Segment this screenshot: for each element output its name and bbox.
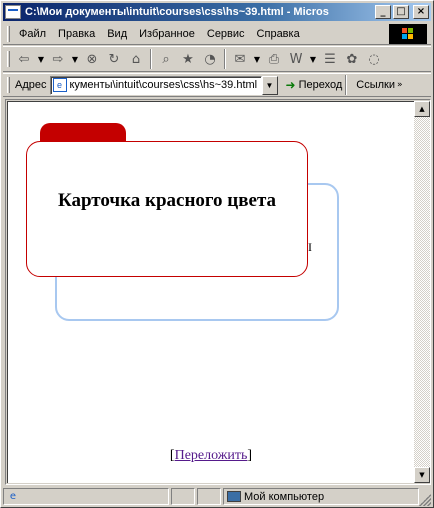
refresh-icon[interactable]: ↻ xyxy=(105,49,123,69)
status-main-pane: e xyxy=(3,488,169,505)
page-viewport[interactable]: I Карточка красного цвета [Переложить] xyxy=(7,101,414,483)
menu-file[interactable]: Файл xyxy=(13,28,52,40)
stop-icon[interactable]: ⊗ xyxy=(83,49,101,69)
menu-edit[interactable]: Правка xyxy=(52,28,101,40)
history-icon[interactable]: ◔ xyxy=(201,49,219,69)
content-frame: I Карточка красного цвета [Переложить] ▲… xyxy=(5,99,431,485)
address-label: Адрес xyxy=(15,79,47,91)
close-bracket: ] xyxy=(247,448,253,463)
links-button[interactable]: Ссылки » xyxy=(356,79,402,91)
page-icon xyxy=(5,5,21,19)
status-pane xyxy=(171,488,195,505)
edit-dropdown-icon[interactable]: ▼ xyxy=(309,49,317,69)
toolbar-separator xyxy=(224,49,226,69)
forward-icon[interactable]: ⇨ xyxy=(49,49,67,69)
toolbar-separator xyxy=(150,49,152,69)
scroll-down-icon[interactable]: ▼ xyxy=(414,467,430,483)
toolbar-grip[interactable] xyxy=(7,51,10,67)
red-card[interactable]: Карточка красного цвета xyxy=(26,141,308,277)
status-pane xyxy=(197,488,221,505)
my-computer-icon xyxy=(227,491,241,502)
vertical-scrollbar[interactable]: ▲ ▼ xyxy=(414,101,430,483)
address-separator xyxy=(345,75,348,95)
address-input[interactable]: e кументы\intuit\courses\css\hs~39.html xyxy=(49,75,262,95)
title-bar[interactable]: C:\Мои документы\intuit\courses\css\hs~3… xyxy=(3,3,431,21)
ie-page-icon: e xyxy=(9,491,17,502)
menu-help[interactable]: Справка xyxy=(251,28,306,40)
mail-dropdown-icon[interactable]: ▼ xyxy=(253,49,261,69)
print-icon[interactable]: ⎙ xyxy=(265,49,283,69)
rearrange-control: [Переложить] xyxy=(8,448,414,464)
go-arrow-icon: ➜ xyxy=(285,78,296,92)
status-bar: e Мой компьютер xyxy=(3,487,431,506)
chevron-right-icon: » xyxy=(397,80,403,90)
address-text[interactable]: кументы\intuit\courses\css\hs~39.html xyxy=(70,79,258,91)
menu-grip[interactable] xyxy=(7,25,10,42)
go-label: Переход xyxy=(298,79,343,91)
edit-icon[interactable]: W xyxy=(287,49,305,69)
address-grip[interactable] xyxy=(7,77,10,93)
go-button[interactable]: ➜ Переход xyxy=(286,78,343,92)
windows-logo-icon xyxy=(389,24,427,44)
favorites-icon[interactable]: ★ xyxy=(179,49,197,69)
address-bar: Адрес e кументы\intuit\courses\css\hs~39… xyxy=(3,73,431,97)
related-icon[interactable]: ◌ xyxy=(365,49,383,69)
mail-icon[interactable]: ✉ xyxy=(231,49,249,69)
red-card-title: Карточка красного цвета xyxy=(57,190,277,211)
home-icon[interactable]: ⌂ xyxy=(127,49,145,69)
scroll-up-icon[interactable]: ▲ xyxy=(414,101,430,117)
menu-tools[interactable]: Сервис xyxy=(201,28,251,40)
blue-card-text: I xyxy=(308,240,312,254)
minimize-button[interactable]: _ xyxy=(375,5,391,19)
standard-toolbar: ⇦ ▼ ⇨ ▼ ⊗ ↻ ⌂ ⌕ ★ ◔ ✉ ▼ ⎙ W ▼ ☰ ✿ ◌ xyxy=(3,46,431,72)
browser-window: C:\Мои документы\intuit\courses\css\hs~3… xyxy=(0,0,434,508)
address-dropdown-button[interactable]: ▼ xyxy=(261,75,278,95)
forward-dropdown-icon[interactable]: ▼ xyxy=(71,49,79,69)
page-icon: e xyxy=(52,78,67,92)
window-title: C:\Мои документы\intuit\courses\css\hs~3… xyxy=(25,6,329,18)
status-zone-pane: Мой компьютер xyxy=(223,488,419,505)
search-icon[interactable]: ⌕ xyxy=(157,49,175,69)
rearrange-link[interactable]: Переложить xyxy=(175,448,248,463)
discuss-icon[interactable]: ☰ xyxy=(321,49,339,69)
menu-favorites[interactable]: Избранное xyxy=(133,28,201,40)
maximize-button[interactable]: □ xyxy=(393,5,409,19)
back-dropdown-icon[interactable]: ▼ xyxy=(37,49,45,69)
resize-grip-icon[interactable] xyxy=(419,494,431,506)
links-label: Ссылки xyxy=(356,79,395,91)
close-button[interactable]: × xyxy=(413,5,429,19)
messenger-icon[interactable]: ✿ xyxy=(343,49,361,69)
zone-label: Мой компьютер xyxy=(244,490,325,503)
menu-view[interactable]: Вид xyxy=(101,28,133,40)
menu-bar: Файл Правка Вид Избранное Сервис Справка xyxy=(3,23,431,45)
back-icon[interactable]: ⇦ xyxy=(15,49,33,69)
